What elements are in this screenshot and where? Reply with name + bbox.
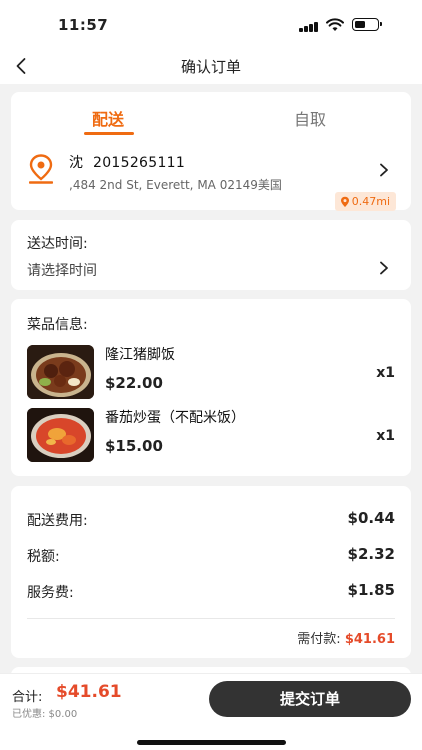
total-value: $41.61 — [56, 682, 122, 702]
tab-pickup[interactable]: 自取 — [294, 106, 326, 130]
dish-name: 隆江猪脚饭 — [105, 347, 175, 363]
divider — [27, 618, 395, 619]
distance-badge: 0.47mi — [334, 192, 396, 211]
delivery-fee-value: $0.44 — [347, 509, 395, 527]
delivery-time-placeholder: 请选择时间 — [27, 263, 97, 279]
page-title: 确认订单 — [180, 58, 241, 76]
chevron-right-icon[interactable] — [377, 163, 391, 177]
service-fee-label: 服务费: — [27, 585, 74, 601]
location-pin-icon — [29, 154, 53, 184]
address-line: ,484 2nd St, Everett, MA 02149美国 — [69, 178, 282, 192]
delivery-fee-label: 配送费用: — [27, 513, 88, 529]
address-card: 配送 自取 沈 2015265111 ,484 2nd St, Everett, … — [11, 92, 411, 211]
dish-quantity: x1 — [376, 365, 395, 381]
contact-name: 沈 — [69, 155, 83, 171]
tax-value: $2.32 — [347, 545, 395, 563]
delivery-tabs: 配送 自取 — [11, 92, 411, 144]
cellular-signal-icon — [299, 21, 321, 32]
dish-quantity: x1 — [376, 428, 395, 444]
dish-image — [27, 408, 94, 462]
active-tab-indicator — [84, 132, 134, 135]
amount-due-value: $41.61 — [344, 632, 395, 647]
tax-label: 税额: — [27, 549, 60, 565]
chevron-right-icon[interactable] — [377, 261, 391, 275]
tab-delivery[interactable]: 配送 — [92, 106, 124, 130]
checkout-bar: 合计: $41.61 已优惠: $0.00 提交订单 — [0, 673, 422, 750]
amount-due: 需付款: $41.61 — [297, 628, 395, 647]
amount-due-label: 需付款: — [297, 632, 341, 647]
dish-price: $15.00 — [105, 437, 163, 455]
wifi-icon — [326, 18, 344, 31]
address-contact[interactable]: 沈 2015265111 — [69, 152, 185, 172]
dishes-card: 菜品信息: 隆江猪脚饭 $22.00 x1 番茄炒蛋（不配米饭） $15.00 … — [11, 299, 411, 476]
delivery-time-label: 送达时间: — [27, 236, 88, 252]
submit-order-button[interactable]: 提交订单 — [209, 681, 411, 717]
status-bar: 11:57 — [0, 0, 422, 48]
dish-name: 番茄炒蛋（不配米饭） — [105, 410, 245, 426]
battery-icon — [352, 18, 382, 31]
total-label: 合计: — [12, 690, 43, 705]
dish-price: $22.00 — [105, 374, 163, 392]
service-fee-value: $1.85 — [347, 581, 395, 599]
delivery-time-card[interactable]: 送达时间: 请选择时间 — [11, 220, 411, 290]
status-time: 11:57 — [58, 16, 109, 34]
dishes-label: 菜品信息: — [27, 317, 88, 333]
contact-phone: 2015265111 — [93, 155, 186, 171]
distance-value: 0.47mi — [351, 195, 390, 208]
home-indicator — [137, 740, 286, 745]
nav-bar: 确认订单 — [0, 48, 422, 84]
fees-card: 配送费用: $0.44 税额: $2.32 服务费: $1.85 需付款: $4… — [11, 486, 411, 658]
location-pin-icon — [340, 196, 349, 207]
discount-text: 已优惠: $0.00 — [12, 709, 78, 720]
dish-image — [27, 345, 94, 399]
